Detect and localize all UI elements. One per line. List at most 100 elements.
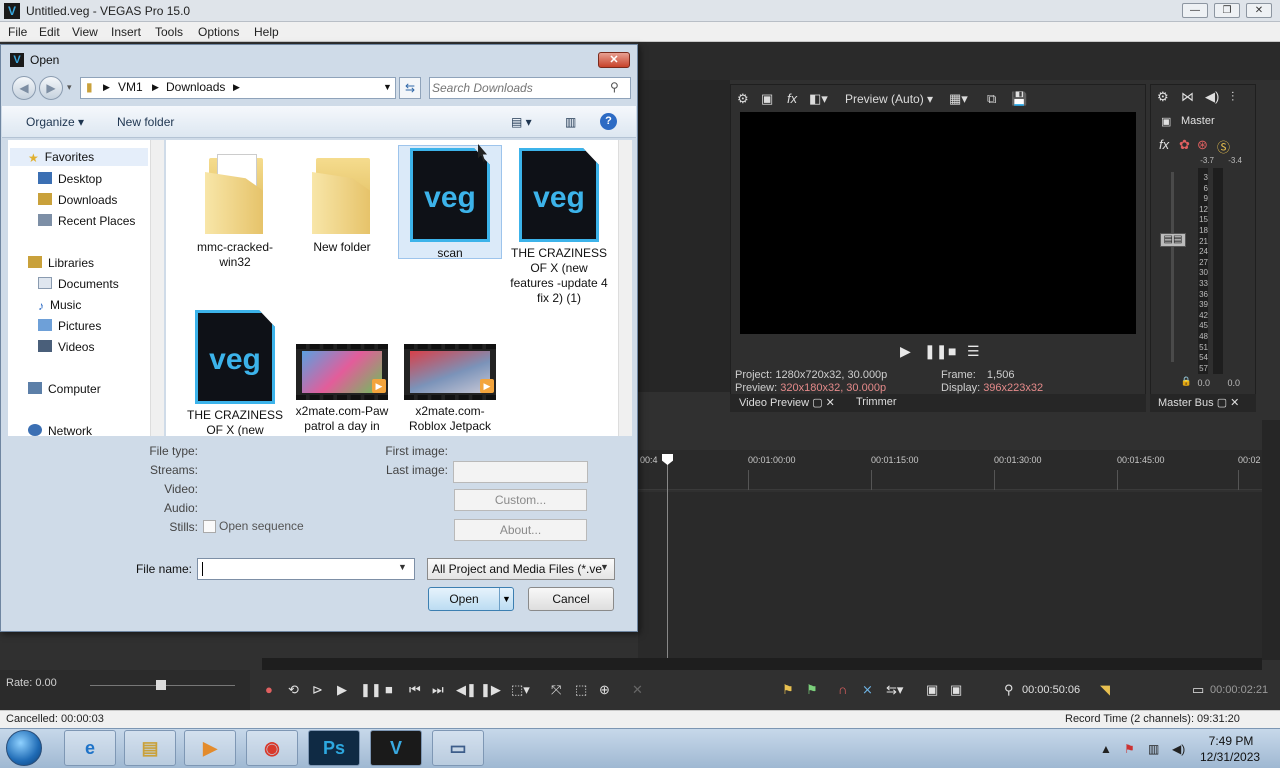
menu-insert[interactable]: Insert (111, 25, 141, 39)
rate-slider-handle[interactable] (156, 680, 166, 690)
snapping-icon[interactable]: ∩ (838, 682, 847, 697)
edit-tool-icon[interactable]: ⬚▾ (511, 682, 530, 698)
last-image-field[interactable] (453, 461, 588, 483)
preview-stop-icon[interactable]: ■ (948, 343, 956, 359)
breadcrumb-separator-icon[interactable]: ▶ (152, 82, 159, 93)
photoshop-icon[interactable]: Ps (308, 730, 360, 766)
minimize-button[interactable]: — (1182, 3, 1208, 18)
maximize-icon[interactable]: ▢ (1217, 397, 1227, 409)
address-dropdown-icon[interactable]: ▼ (383, 82, 392, 92)
search-icon[interactable]: ⚲ (610, 80, 619, 94)
master-fader-handle[interactable]: ▤▤ (1160, 233, 1186, 247)
next-frame-icon[interactable]: ❚▶ (480, 682, 501, 698)
start-button[interactable] (6, 730, 42, 766)
timeline-tracks[interactable] (638, 492, 1262, 658)
chrome-icon[interactable]: ◉ (246, 730, 298, 766)
nav-favorites[interactable]: ★ Favorites (10, 148, 148, 166)
automation-icon[interactable]: ⊛ (1197, 137, 1208, 153)
action-center-icon[interactable]: ⚑ (1124, 742, 1135, 756)
file-type-select[interactable]: All Project and Media Files (*.ve (427, 558, 615, 580)
vertical-zoom-strip[interactable] (1262, 420, 1280, 660)
split-screen-icon[interactable]: ◧▾ (809, 91, 828, 107)
ignore-grouping-icon[interactable]: ▣ (950, 682, 962, 698)
breadcrumb-separator-icon[interactable]: ▶ (233, 82, 240, 93)
video-fx-icon[interactable]: fx (787, 91, 797, 106)
mute-icon[interactable]: ◀) (1205, 89, 1219, 105)
auto-ripple-icon[interactable]: ⇆▾ (886, 682, 903, 698)
network-app-icon[interactable]: ▭ (432, 730, 484, 766)
file-item[interactable]: New folder (290, 144, 394, 255)
mixer-icon[interactable]: ⫶ (1231, 89, 1234, 105)
master-checkbox-icon[interactable]: ▣ (1161, 115, 1171, 128)
nav-documents[interactable]: Documents (38, 277, 119, 291)
preview-pane-icon[interactable]: ▥ (565, 115, 576, 129)
lock-envelopes-icon[interactable]: ▣ (926, 682, 938, 698)
loop-icon[interactable]: ⟲ (288, 682, 299, 698)
file-item[interactable]: ▶ x2mate.com-Paw patrol a day in (290, 306, 394, 436)
go-to-start-icon[interactable]: ⏮ (409, 682, 421, 698)
nav-desktop[interactable]: Desktop (38, 172, 102, 186)
close-icon[interactable]: ✕ (1230, 397, 1239, 409)
menu-options[interactable]: Options (198, 25, 239, 39)
file-name-input[interactable] (197, 558, 415, 580)
stop-icon[interactable]: ■ (385, 682, 393, 697)
file-item[interactable]: veg THE CRAZINESS OF X (new features -up… (507, 144, 611, 306)
help-icon[interactable]: ? (600, 113, 617, 130)
open-sequence-checkbox[interactable] (203, 520, 216, 533)
nav-videos[interactable]: Videos (38, 340, 94, 354)
nav-pictures[interactable]: Pictures (38, 319, 101, 333)
search-input[interactable] (432, 80, 602, 96)
nav-network[interactable]: Network (28, 424, 92, 438)
about-button[interactable]: About... (454, 519, 587, 541)
close-icon[interactable]: ✕ (826, 397, 835, 409)
auto-crossfade-icon[interactable]: ⨯ (862, 682, 873, 698)
file-type-dropdown-icon[interactable]: ▼ (600, 562, 609, 572)
tab-master-bus[interactable]: Master Bus ▢ ✕ (1158, 396, 1239, 409)
copy-snapshot-icon[interactable]: ⧉ (987, 91, 996, 107)
audio-fx-icon[interactable]: fx (1159, 137, 1169, 152)
nav-libraries[interactable]: Libraries (28, 256, 94, 270)
view-options-icon[interactable]: ▤ ▾ (511, 115, 532, 129)
menu-file[interactable]: File (8, 25, 27, 39)
pause-icon[interactable]: ❚❚ (360, 682, 382, 698)
file-explorer-icon[interactable]: ▤ (124, 730, 176, 766)
show-hidden-icons[interactable]: ▲ (1100, 742, 1112, 756)
nav-music[interactable]: ♪ Music (38, 298, 81, 313)
recent-locations-icon[interactable]: ▾ (67, 82, 72, 93)
menu-help[interactable]: Help (254, 25, 279, 39)
preview-menu-icon[interactable]: ☰ (967, 343, 980, 360)
file-name-dropdown-icon[interactable]: ▼ (398, 562, 407, 572)
preview-quality-dropdown[interactable]: Preview (Auto) ▾ (845, 92, 933, 106)
file-item[interactable]: ▶ x2mate.com-Roblox Jetpack Part 1 (398, 306, 502, 436)
go-to-end-icon[interactable]: ⏭ (432, 682, 444, 698)
organize-button[interactable]: Organize ▾ (26, 115, 84, 129)
menu-tools[interactable]: Tools (155, 25, 183, 39)
marker-icon[interactable]: ⚑ (782, 682, 794, 698)
file-item[interactable]: veg THE CRAZINESS OF X (new (183, 306, 287, 436)
timeline-ruler[interactable] (638, 450, 1262, 490)
media-player-icon[interactable]: ▶ (184, 730, 236, 766)
fx-bypass-icon[interactable]: ✿ (1179, 137, 1190, 153)
volume-tray-icon[interactable]: ◀) (1172, 742, 1185, 756)
internet-explorer-icon[interactable]: e (64, 730, 116, 766)
forward-button[interactable]: ▶ (39, 76, 63, 100)
tab-video-preview[interactable]: Video Preview ▢ ✕ (739, 396, 835, 409)
preview-play-icon[interactable]: ▶ (900, 343, 911, 360)
cancel-button[interactable]: Cancel (528, 587, 614, 611)
close-window-button[interactable]: ✕ (1246, 3, 1272, 18)
maximize-icon[interactable]: ▢ (812, 397, 822, 409)
master-fader-track[interactable] (1171, 172, 1174, 362)
clock-time[interactable]: 7:49 PM (1208, 734, 1254, 748)
play-icon[interactable]: ▶ (337, 682, 347, 698)
downmix-icon[interactable]: ⋈ (1181, 89, 1194, 105)
new-folder-button[interactable]: New folder (117, 115, 174, 129)
preview-device-icon[interactable]: ▣ (761, 91, 773, 107)
refresh-button[interactable]: ⇆ (399, 77, 421, 99)
dialog-close-button[interactable]: ✕ (598, 52, 630, 68)
solo-icon[interactable]: Ⓢ (1217, 137, 1230, 156)
tab-trimmer[interactable]: Trimmer (856, 396, 897, 408)
play-from-start-icon[interactable]: ⊳ (312, 682, 323, 698)
previous-frame-icon[interactable]: ◀❚ (456, 682, 477, 698)
region-icon[interactable]: ⚑ (806, 682, 818, 698)
back-button[interactable]: ◀ (12, 76, 36, 100)
